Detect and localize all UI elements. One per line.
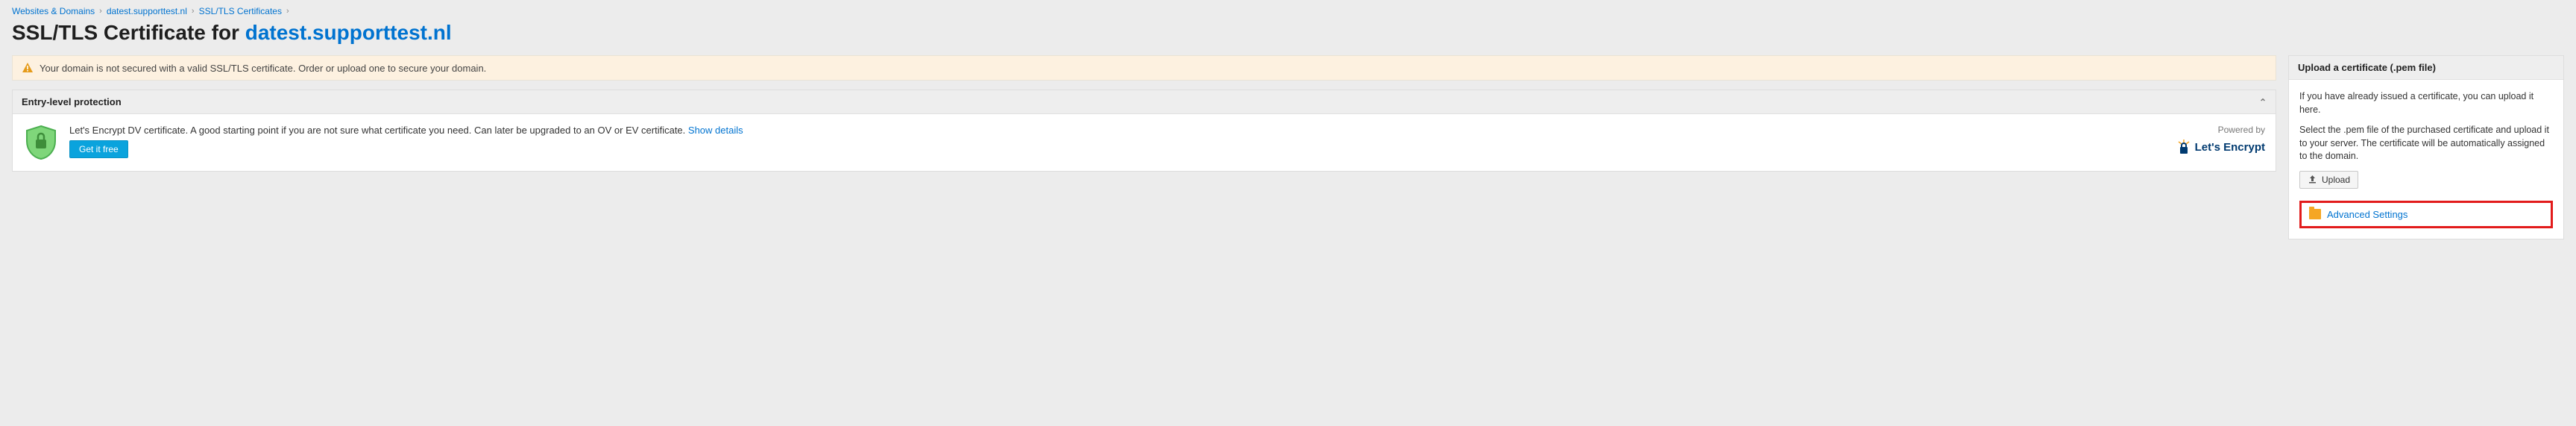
title-domain: datest.supporttest.nl bbox=[245, 21, 452, 44]
breadcrumb-ssl-certs[interactable]: SSL/TLS Certificates bbox=[199, 6, 282, 16]
warning-icon bbox=[22, 62, 34, 74]
upload-button[interactable]: Upload bbox=[2299, 171, 2358, 189]
upload-panel: Upload a certificate (.pem file) If you … bbox=[2288, 55, 2564, 239]
show-details-link[interactable]: Show details bbox=[688, 125, 743, 136]
lock-icon bbox=[2177, 140, 2191, 154]
entry-level-header[interactable]: Entry-level protection ⌃ bbox=[13, 90, 2276, 114]
advanced-settings-highlight: Advanced Settings bbox=[2299, 201, 2553, 228]
shield-icon bbox=[23, 125, 59, 160]
breadcrumb-websites-domains[interactable]: Websites & Domains bbox=[12, 6, 95, 16]
warning-text: Your domain is not secured with a valid … bbox=[40, 63, 486, 74]
warning-alert: Your domain is not secured with a valid … bbox=[12, 55, 2276, 81]
entry-level-panel: Entry-level protection ⌃ Let's Encrypt D… bbox=[12, 90, 2276, 172]
page-title: SSL/TLS Certificate for datest.supportte… bbox=[12, 19, 2564, 55]
breadcrumb: Websites & Domains › datest.supporttest.… bbox=[12, 0, 2564, 19]
lets-encrypt-logo: Let's Encrypt bbox=[2177, 140, 2265, 154]
chevron-up-icon: ⌃ bbox=[2259, 97, 2267, 107]
folder-icon bbox=[2309, 209, 2321, 219]
chevron-right-icon: › bbox=[286, 7, 289, 16]
powered-by-label: Powered by bbox=[2177, 125, 2265, 135]
upload-desc-2: Select the .pem file of the purchased ce… bbox=[2299, 124, 2553, 163]
upload-icon bbox=[2308, 175, 2317, 184]
chevron-right-icon: › bbox=[192, 7, 195, 16]
upload-panel-header: Upload a certificate (.pem file) bbox=[2289, 56, 2563, 80]
advanced-settings-link[interactable]: Advanced Settings bbox=[2327, 209, 2407, 220]
chevron-right-icon: › bbox=[99, 7, 102, 16]
breadcrumb-domain[interactable]: datest.supporttest.nl bbox=[107, 6, 187, 16]
upload-desc-1: If you have already issued a certificate… bbox=[2299, 90, 2553, 116]
get-it-free-button[interactable]: Get it free bbox=[69, 140, 128, 158]
cert-description: Let's Encrypt DV certificate. A good sta… bbox=[69, 125, 685, 136]
